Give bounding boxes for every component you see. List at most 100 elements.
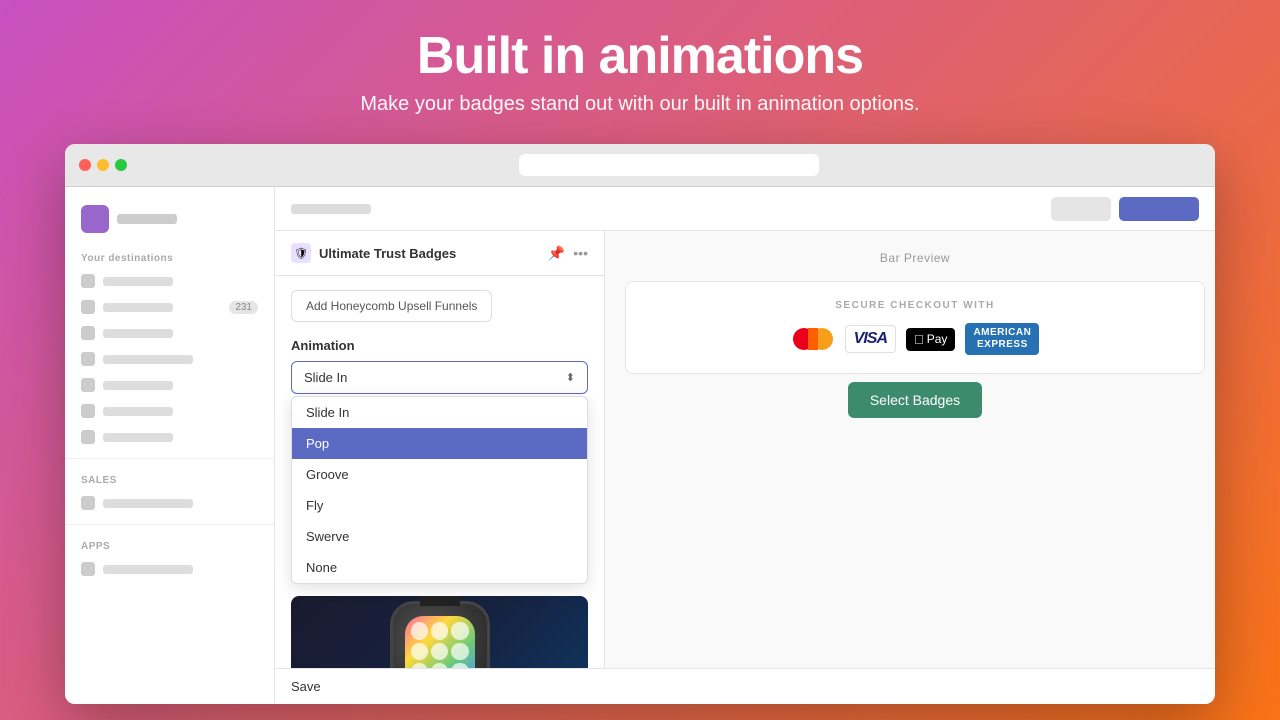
marketing-icon (81, 404, 95, 418)
home-icon (81, 274, 95, 288)
animation-dropdown: Slide In Pop Groove Fly Swerve None (291, 396, 588, 584)
app-header (275, 187, 1215, 231)
app-dot-3 (451, 622, 468, 639)
watch-screen (405, 616, 475, 668)
secure-checkout-text: SECURE CHECKOUT WITH (835, 300, 994, 311)
bar-preview-label: Bar Preview (880, 251, 950, 265)
preview-area: Bar Preview SECURE CHECKOUT WITH (605, 231, 1215, 668)
watch-image (390, 601, 490, 668)
apple-logo-icon:  (914, 332, 924, 347)
left-panel: 🛡 Ultimate Trust Badges 📌 ••• Add Honeyc… (275, 231, 605, 668)
sidebar-section-apps: APPS (65, 533, 274, 556)
content-icon (81, 378, 95, 392)
app-dot-5 (431, 643, 448, 660)
app-dot-1 (411, 622, 428, 639)
app-dot-7 (411, 663, 428, 668)
dropdown-item-pop[interactable]: Pop (292, 428, 587, 459)
applepay-label: Pay (927, 332, 948, 346)
app-dot-6 (451, 643, 468, 660)
visa-badge: VISA (845, 325, 896, 353)
hero-title: Built in animations (360, 28, 919, 85)
sidebar-item-trust-badges[interactable] (65, 556, 274, 582)
traffic-light-green[interactable] (115, 159, 127, 171)
product-image (291, 596, 588, 668)
bar-preview-card: SECURE CHECKOUT WITH VISA (625, 281, 1205, 374)
sidebar-item-products[interactable] (65, 320, 274, 346)
sidebar-item-orders[interactable]: 231 (65, 294, 274, 320)
logo-box (81, 205, 109, 233)
sidebar-label-home (103, 277, 173, 286)
panel-header: 🛡 Ultimate Trust Badges 📌 ••• (275, 231, 604, 276)
amex-badge: AMERICAN EXPRESS (965, 323, 1039, 355)
app-dot-9 (451, 663, 468, 668)
more-icon[interactable]: ••• (573, 245, 588, 262)
amex-label-2: EXPRESS (977, 339, 1028, 351)
applepay-badge:  Pay (906, 328, 955, 351)
amex-label-1: AMERICAN (973, 327, 1031, 339)
sidebar-item-analytics[interactable] (65, 424, 274, 450)
pin-icon[interactable]: 📌 (548, 245, 565, 262)
panel-actions: 📌 ••• (548, 245, 588, 262)
products-icon (81, 326, 95, 340)
animation-label: Animation (291, 338, 588, 353)
sidebar-label-online-store (103, 499, 193, 508)
save-text: Save (291, 679, 321, 694)
analytics-icon (81, 430, 95, 444)
sidebar-label-content (103, 381, 173, 390)
sidebar-item-home[interactable] (65, 268, 274, 294)
watch-band-top (420, 596, 460, 606)
browser-chrome (65, 144, 1215, 187)
orders-badge: 231 (229, 301, 258, 314)
select-badges-button[interactable]: Select Badges (848, 382, 982, 418)
panel-title: Ultimate Trust Badges (319, 246, 456, 261)
sidebar-label-analytics (103, 433, 173, 442)
dropdown-item-fly[interactable]: Fly (292, 490, 587, 521)
panel-body: Add Honeycomb Upsell Funnels Animation S… (275, 276, 604, 416)
header-actions (1051, 197, 1199, 221)
animation-select[interactable]: Slide In ⬍ (291, 361, 588, 394)
animation-selected-value: Slide In (304, 370, 347, 385)
dropdown-item-none[interactable]: None (292, 552, 587, 583)
sidebar-logo (65, 199, 274, 245)
sidebar-label-products (103, 329, 173, 338)
sidebar: Your destinations 231 (65, 187, 275, 704)
hero-section: Built in animations Make your badges sta… (340, 0, 939, 136)
sidebar-label-trust-badges (103, 565, 193, 574)
dropdown-item-groove[interactable]: Groove (292, 459, 587, 490)
mc-overlap (808, 328, 818, 350)
sidebar-label-customers (103, 355, 193, 364)
traffic-lights (79, 159, 127, 171)
logo-text (117, 214, 177, 224)
select-wrapper: Slide In ⬍ Slide In Pop Groove Fly Swerv… (291, 361, 588, 394)
save-bar: Save (275, 668, 1215, 704)
payment-badges: VISA  Pay AMERICAN EXPRESS (791, 323, 1040, 355)
sidebar-label-orders (103, 303, 173, 312)
mastercard-badge (791, 325, 835, 353)
sidebar-divider-1 (65, 458, 274, 459)
traffic-light-yellow[interactable] (97, 159, 109, 171)
hero-subtitle: Make your badges stand out with our buil… (360, 93, 919, 116)
sidebar-divider-2 (65, 524, 274, 525)
sidebar-item-customers[interactable] (65, 346, 274, 372)
panel-app-icon: 🛡 (291, 243, 311, 263)
browser-content: Your destinations 231 (65, 187, 1215, 704)
select-arrow-icon: ⬍ (566, 371, 575, 384)
app-dot-4 (411, 643, 428, 660)
header-btn-primary[interactable] (1119, 197, 1199, 221)
honeycomb-btn-label: Add Honeycomb Upsell Funnels (306, 299, 477, 313)
header-btn-secondary[interactable] (1051, 197, 1111, 221)
sidebar-section-destinations: Your destinations (65, 245, 274, 268)
browser-url-bar[interactable] (519, 154, 819, 176)
dropdown-item-slide-in[interactable]: Slide In (292, 397, 587, 428)
app-icon (81, 562, 95, 576)
honeycomb-btn[interactable]: Add Honeycomb Upsell Funnels (291, 290, 492, 322)
sidebar-item-marketing[interactable] (65, 398, 274, 424)
traffic-light-red[interactable] (79, 159, 91, 171)
browser-window: Your destinations 231 (65, 144, 1215, 704)
content-area: 🛡 Ultimate Trust Badges 📌 ••• Add Honeyc… (275, 231, 1215, 668)
app-dot-8 (431, 663, 448, 668)
orders-icon (81, 300, 95, 314)
sidebar-item-online-store[interactable] (65, 490, 274, 516)
dropdown-item-swerve[interactable]: Swerve (292, 521, 587, 552)
sidebar-item-content[interactable] (65, 372, 274, 398)
